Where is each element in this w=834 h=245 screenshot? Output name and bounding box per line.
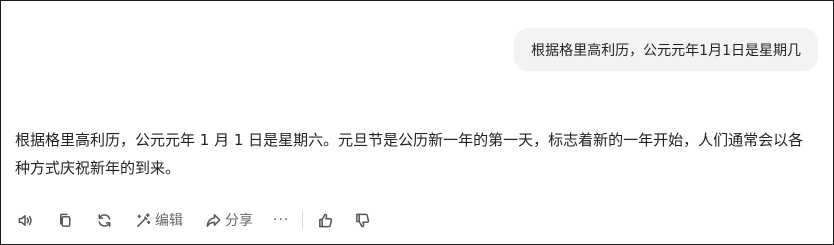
share-button[interactable]: 分享 [205,207,253,233]
refresh-icon [98,213,111,227]
toolbar-divider [302,212,304,228]
speaker-icon [18,214,32,226]
regenerate-button[interactable] [96,207,113,233]
copy-icon [60,213,71,227]
share-label: 分享 [225,213,253,229]
more-button[interactable]: ··· [273,207,289,233]
edit-label: 编辑 [155,213,183,229]
chat-window: 根据格里高利历，公元元年1月1日是星期几 根据格里高利历，公元元年 1 月 1 … [0,0,834,245]
dislike-button[interactable] [354,207,371,233]
magic-wand-icon [137,212,151,227]
like-button[interactable] [317,207,334,233]
edit-button[interactable]: 编辑 [135,207,183,233]
user-message-bubble: 根据格里高利历，公元元年1月1日是星期几 [514,28,818,71]
assistant-message-text: 根据格里高利历，公元元年 1 月 1 日是星期六。元旦节是公历新一年的第一天，标… [15,131,804,177]
message-action-toolbar: 编辑 分享 ··· [17,207,371,233]
copy-button[interactable] [57,207,74,233]
read-aloud-button[interactable] [17,207,34,233]
thumbs-up-icon [319,213,333,227]
more-dots-icon: ··· [273,212,290,228]
share-arrow-icon [206,213,221,227]
thumbs-down-icon [356,213,370,227]
user-message-text: 根据格里高利历，公元元年1月1日是星期几 [531,42,801,59]
